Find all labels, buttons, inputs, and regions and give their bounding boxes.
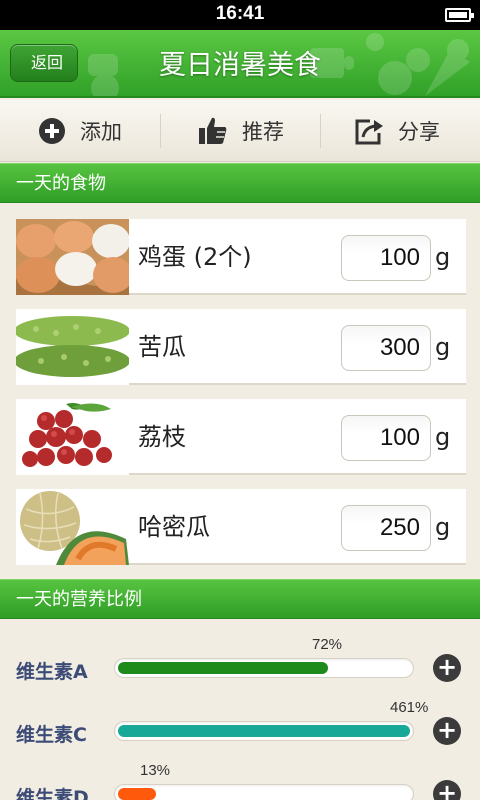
- app-header: 返回 夏日消暑美食: [0, 30, 480, 98]
- nutrition-row-vitamin-a: 72% 维生素A +: [0, 634, 480, 694]
- plus-icon: +: [436, 653, 458, 681]
- nutrition-label: 维生素C: [16, 724, 87, 746]
- nutrition-percent: 72%: [312, 636, 343, 653]
- nutrition-label: 维生素D: [16, 787, 89, 800]
- recommend-button[interactable]: 推荐: [198, 100, 284, 162]
- foods-section-header: 一天的食物: [0, 163, 480, 203]
- food-unit: g: [435, 423, 451, 451]
- nutrition-section-header: 一天的营养比例: [0, 579, 480, 619]
- add-nutrient-button[interactable]: +: [433, 654, 461, 682]
- share-icon: [355, 119, 383, 145]
- food-row-bitter-melon[interactable]: 苦瓜 300 g: [16, 309, 466, 385]
- food-name: 鸡蛋 (2个): [138, 243, 252, 271]
- plus-icon: +: [436, 779, 458, 800]
- nutrition-bar-track: [114, 658, 414, 678]
- status-bar: 16:41: [0, 0, 480, 30]
- food-amount-input[interactable]: 100: [341, 415, 431, 461]
- food-amount-input[interactable]: 250: [341, 505, 431, 551]
- nutrition-percent: 13%: [140, 762, 171, 779]
- add-button[interactable]: 添加: [38, 100, 122, 162]
- add-label: 添加: [80, 120, 122, 144]
- food-name: 荔枝: [138, 423, 186, 451]
- food-name: 哈密瓜: [138, 513, 210, 541]
- action-toolbar: 添加 推荐 分享: [0, 100, 480, 162]
- status-time: 16:41: [215, 3, 265, 24]
- food-row-cantaloupe[interactable]: 哈密瓜 250 g: [16, 489, 466, 565]
- add-icon: [39, 118, 65, 144]
- nutrition-label: 维生素A: [16, 661, 88, 683]
- food-unit: g: [435, 513, 451, 541]
- add-nutrient-button[interactable]: +: [433, 780, 461, 800]
- nutrition-row-vitamin-c: 461% 维生素C +: [0, 697, 480, 757]
- nutrition-bar-track: [114, 784, 414, 800]
- nutrition-bar-fill: [118, 662, 328, 674]
- thumbs-up-icon: [199, 117, 227, 144]
- nutrition-percent: 461%: [390, 699, 429, 716]
- bitter-melon-image: [16, 309, 129, 385]
- nutrition-bar-fill: [118, 725, 410, 737]
- food-amount-input[interactable]: 100: [341, 235, 431, 281]
- recommend-label: 推荐: [242, 120, 284, 144]
- food-row-lychee[interactable]: 荔枝 100 g: [16, 399, 466, 475]
- food-unit: g: [435, 333, 451, 361]
- share-button[interactable]: 分享: [354, 100, 440, 162]
- battery-icon: [445, 8, 474, 22]
- share-label: 分享: [398, 120, 440, 144]
- nutrition-row-vitamin-d: 13% 维生素D +: [0, 760, 480, 800]
- toolbar-divider: [320, 114, 321, 148]
- lychee-image: [16, 399, 129, 475]
- food-name: 苦瓜: [138, 333, 186, 361]
- food-unit: g: [435, 243, 451, 271]
- add-nutrient-button[interactable]: +: [433, 717, 461, 745]
- nutrition-bar-track: [114, 721, 414, 741]
- nutrition-bar-fill: [118, 788, 156, 800]
- plus-icon: +: [436, 716, 458, 744]
- food-amount-input[interactable]: 300: [341, 325, 431, 371]
- toolbar-divider: [160, 114, 161, 148]
- page-title: 夏日消暑美食: [159, 50, 321, 81]
- cantaloupe-image: [16, 489, 129, 565]
- food-row-egg[interactable]: 鸡蛋 (2个) 100 g: [16, 219, 466, 295]
- egg-image: [16, 219, 129, 295]
